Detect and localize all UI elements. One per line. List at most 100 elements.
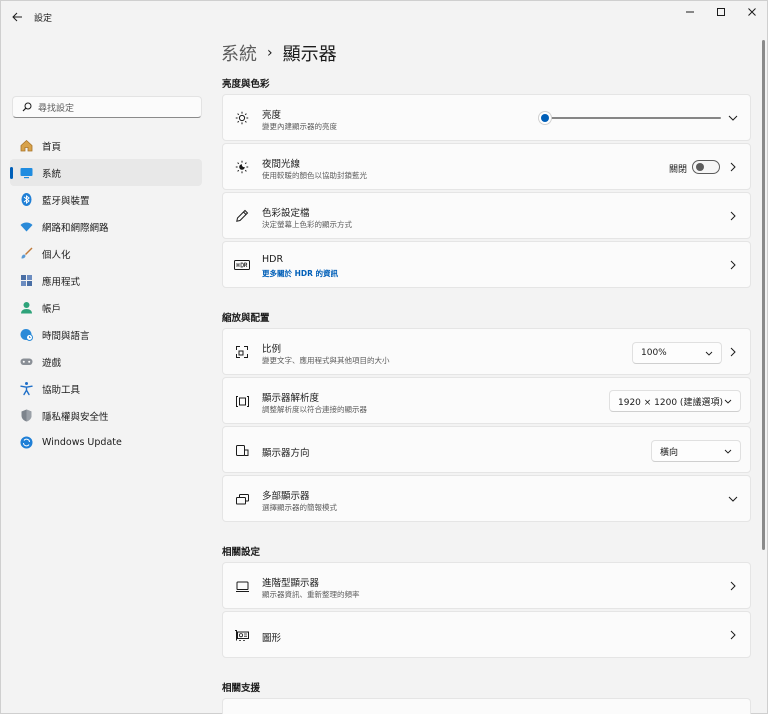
maximize-icon — [717, 8, 725, 16]
section-title-related-settings: 相關設定 — [222, 547, 261, 558]
sidebar-item-gaming[interactable]: 遊戲 — [10, 348, 202, 375]
hdr-icon — [233, 256, 251, 274]
maximize-button[interactable] — [704, 0, 738, 24]
resolution-dropdown[interactable]: 1920 × 1200 (建議選項) — [609, 390, 741, 412]
sidebar-item-accounts[interactable]: 帳戶 — [10, 294, 202, 321]
advanced-display-subtitle: 顯示器資訊、重新整理的頻率 — [262, 590, 360, 599]
sidebar-item-label: 首頁 — [42, 141, 62, 153]
sidebar-nav: 首頁 系統 藍牙與裝置 網路和網際網路 個人化 應用程式 帳戶 時間與語言 遊戲… — [10, 132, 202, 456]
orientation-title: 顯示器方向 — [262, 448, 310, 459]
orientation-dropdown-value: 橫向 — [660, 447, 679, 458]
bluetooth-icon — [18, 192, 34, 208]
sidebar-item-label: 系統 — [42, 168, 62, 180]
brightness-slider-thumb[interactable] — [541, 114, 549, 122]
scale-title: 比例 — [262, 344, 282, 355]
sidebar-item-label: 個人化 — [42, 249, 71, 261]
chevron-down-icon — [705, 349, 713, 359]
resolution-card[interactable]: 顯示器解析度 調整解析度以符合連接的顯示器 1920 × 1200 (建議選項) — [222, 377, 751, 424]
chevron-right-icon[interactable] — [726, 258, 740, 272]
sidebar-item-privacy[interactable]: 隱私權與安全性 — [10, 402, 202, 429]
hdr-title: HDR — [262, 254, 284, 265]
title-bar: 設定 — [0, 0, 768, 34]
minimize-icon — [686, 11, 694, 13]
chevron-right-icon[interactable] — [726, 345, 740, 359]
related-support-card[interactable] — [222, 698, 751, 714]
search-input[interactable]: 尋找設定 — [12, 96, 202, 118]
sidebar-item-home[interactable]: 首頁 — [10, 132, 202, 159]
sidebar-item-label: 隱私權與安全性 — [42, 411, 109, 423]
section-title-scale-layout: 縮放與配置 — [222, 313, 270, 324]
multiple-displays-title: 多部顯示器 — [262, 491, 310, 502]
close-button[interactable] — [735, 0, 768, 24]
sidebar-item-label: 網路和網際網路 — [42, 222, 109, 234]
brightness-slider-track[interactable] — [547, 117, 721, 119]
sidebar-item-network[interactable]: 網路和網際網路 — [10, 213, 202, 240]
sidebar-item-system[interactable]: 系統 — [10, 159, 202, 186]
sidebar-item-apps[interactable]: 應用程式 — [10, 267, 202, 294]
scrollbar-thumb[interactable] — [762, 40, 765, 550]
multiple-displays-icon — [233, 490, 251, 508]
system-icon — [18, 165, 34, 181]
back-button[interactable] — [8, 8, 26, 26]
section-title-brightness-color: 亮度與色彩 — [222, 79, 270, 90]
scale-card[interactable]: 比例 變更文字、應用程式與其他項目的大小 100% — [222, 328, 751, 375]
brightness-title: 亮度 — [262, 110, 282, 121]
night-light-icon — [233, 158, 251, 176]
chevron-right-icon[interactable] — [726, 579, 740, 593]
search-icon — [22, 102, 32, 112]
gamepad-icon — [18, 354, 34, 370]
graphics-card[interactable]: 圖形 — [222, 611, 751, 658]
orientation-card[interactable]: 顯示器方向 橫向 — [222, 426, 751, 473]
sidebar-item-label: 藍牙與裝置 — [42, 195, 90, 207]
multiple-displays-subtitle: 選擇顯示器的簡報模式 — [262, 503, 337, 512]
app-title: 設定 — [34, 14, 53, 24]
breadcrumb: 系統 › 顯示器 — [221, 40, 337, 66]
night-light-card[interactable]: 夜間光線 使用較暖的顏色以協助封鎖藍光 關閉 — [222, 143, 751, 190]
globe-clock-icon — [18, 327, 34, 343]
sidebar-item-bluetooth[interactable]: 藍牙與裝置 — [10, 186, 202, 213]
resolution-subtitle: 調整解析度以符合連接的顯示器 — [262, 405, 367, 414]
sidebar-item-label: 帳戶 — [42, 303, 62, 315]
sidebar-item-label: 遊戲 — [42, 357, 62, 369]
scale-dropdown-value: 100% — [641, 348, 667, 358]
brightness-subtitle: 變更內建顯示器的亮度 — [262, 122, 337, 131]
scale-icon — [233, 343, 251, 361]
orientation-dropdown[interactable]: 橫向 — [651, 440, 741, 462]
chevron-down-icon[interactable] — [726, 111, 740, 125]
breadcrumb-parent[interactable]: 系統 — [221, 40, 257, 66]
wifi-icon — [18, 219, 34, 235]
page-title: 顯示器 — [282, 44, 337, 65]
sidebar-item-time-language[interactable]: 時間與語言 — [10, 321, 202, 348]
advanced-display-title: 進階型顯示器 — [262, 578, 320, 589]
multiple-displays-card[interactable]: 多部顯示器 選擇顯示器的簡報模式 — [222, 475, 751, 522]
chevron-right-icon[interactable] — [726, 628, 740, 642]
sidebar-item-label: 應用程式 — [42, 276, 81, 288]
graphics-title: 圖形 — [262, 633, 282, 644]
sidebar-item-accessibility[interactable]: 協助工具 — [10, 375, 202, 402]
chevron-down-icon[interactable] — [726, 492, 740, 506]
close-icon — [748, 8, 756, 16]
shield-icon — [18, 408, 34, 424]
sidebar-item-personalization[interactable]: 個人化 — [10, 240, 202, 267]
hdr-learn-more-link[interactable]: 更多關於 HDR 的資訊 — [262, 268, 338, 279]
pen-icon — [233, 207, 251, 225]
back-arrow-icon — [11, 12, 22, 22]
chevron-right-icon[interactable] — [726, 209, 740, 223]
orientation-icon — [233, 441, 251, 459]
sidebar-item-label: Windows Update — [42, 437, 122, 448]
graphics-card-icon — [233, 626, 251, 644]
brightness-card[interactable]: 亮度 變更內建顯示器的亮度 — [222, 94, 751, 141]
scale-dropdown[interactable]: 100% — [632, 342, 722, 364]
color-profile-subtitle: 決定螢幕上色彩的顯示方式 — [262, 220, 352, 229]
advanced-display-card[interactable]: 進階型顯示器 顯示器資訊、重新整理的頻率 — [222, 562, 751, 609]
apps-icon — [18, 273, 34, 289]
night-light-toggle[interactable] — [692, 160, 720, 174]
update-icon — [18, 435, 34, 451]
hdr-card[interactable]: HDR 更多關於 HDR 的資訊 — [222, 241, 751, 288]
search-placeholder: 尋找設定 — [38, 103, 75, 114]
chevron-right-icon[interactable] — [726, 160, 740, 174]
account-icon — [18, 300, 34, 316]
color-profile-card[interactable]: 色彩設定檔 決定螢幕上色彩的顯示方式 — [222, 192, 751, 239]
minimize-button[interactable] — [673, 0, 707, 24]
sidebar-item-windows-update[interactable]: Windows Update — [10, 429, 202, 456]
